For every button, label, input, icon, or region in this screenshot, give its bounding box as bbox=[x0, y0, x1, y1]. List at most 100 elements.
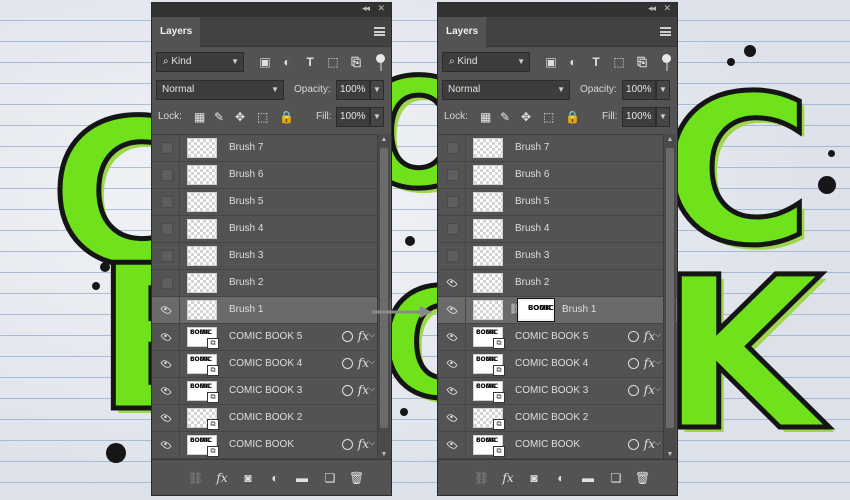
visibility-toggle[interactable] bbox=[152, 297, 180, 323]
chevron-down-icon[interactable]: ⌵ bbox=[655, 357, 661, 367]
layer-row[interactable]: Brush 2 bbox=[438, 270, 677, 297]
visibility-toggle[interactable] bbox=[152, 135, 180, 161]
layer-row[interactable]: Brush 3 bbox=[152, 243, 391, 270]
layer-row[interactable]: COMIC BOOK ⧉ COMIC BOOK 5 fx ⌵ bbox=[438, 324, 677, 351]
new-group-icon[interactable]: ▬ bbox=[295, 472, 309, 484]
image-filter-icon[interactable]: ▣ bbox=[544, 55, 558, 69]
visibility-toggle[interactable] bbox=[152, 189, 180, 215]
layer-row[interactable]: Brush 5 bbox=[152, 189, 391, 216]
layer-row[interactable]: ⧉ COMIC BOOK 2 bbox=[152, 405, 391, 432]
lock-transparent-pixels-icon[interactable]: ▦ bbox=[480, 111, 491, 124]
visibility-toggle[interactable] bbox=[438, 324, 466, 350]
panel-menu-icon[interactable] bbox=[660, 27, 671, 36]
layer-mask-thumbnail[interactable]: COMIC BOOK bbox=[517, 298, 555, 322]
smart-object-filter-icon[interactable]: ⎘ bbox=[349, 55, 363, 69]
visibility-toggle[interactable] bbox=[152, 378, 180, 404]
chevron-down-icon[interactable]: ⌵ bbox=[369, 330, 375, 340]
layer-row[interactable]: COMIC BOOK ⧉ COMIC BOOK fx ⌵ bbox=[438, 432, 677, 459]
lock-transparent-pixels-icon[interactable]: ▦ bbox=[194, 111, 205, 124]
new-layer-icon[interactable]: ❏ bbox=[323, 472, 337, 484]
layer-row-selected[interactable]: ⛓ COMIC BOOK Brush 1 bbox=[438, 297, 677, 324]
layer-list-scrollbar[interactable]: ▲ ▼ bbox=[663, 134, 676, 461]
scroll-up-icon[interactable]: ▲ bbox=[664, 134, 676, 146]
layer-effects-icon[interactable]: fx bbox=[644, 437, 655, 451]
collapse-panel-icon[interactable]: ◂◂ bbox=[362, 3, 370, 14]
visibility-toggle[interactable] bbox=[438, 189, 466, 215]
adjustment-filter-icon[interactable]: ◐ bbox=[280, 55, 294, 69]
lock-image-pixels-icon[interactable]: ✎ bbox=[500, 111, 510, 124]
new-adjustment-layer-icon[interactable]: ◐ bbox=[268, 472, 282, 484]
layer-effects-icon[interactable]: fx bbox=[358, 437, 369, 451]
scrollbar-thumb[interactable] bbox=[380, 148, 388, 428]
lock-image-pixels-icon[interactable]: ✎ bbox=[214, 111, 224, 124]
type-filter-icon[interactable]: T bbox=[303, 55, 317, 69]
filter-toggle-icon[interactable] bbox=[662, 54, 671, 71]
chevron-down-icon[interactable]: ⌵ bbox=[655, 384, 661, 394]
image-filter-icon[interactable]: ▣ bbox=[258, 55, 272, 69]
scrollbar-thumb[interactable] bbox=[666, 148, 674, 428]
visibility-toggle[interactable] bbox=[438, 135, 466, 161]
add-layer-style-icon[interactable]: fx bbox=[215, 472, 229, 484]
layer-row[interactable]: Brush 5 bbox=[438, 189, 677, 216]
chevron-down-icon[interactable]: ⌵ bbox=[369, 384, 375, 394]
blend-mode-dropdown[interactable]: Normal ▼ bbox=[442, 80, 570, 100]
filter-kind-dropdown[interactable]: ⌕ Kind ▼ bbox=[156, 52, 244, 72]
lock-artboard-icon[interactable]: ⬚ bbox=[257, 111, 268, 124]
layer-row[interactable]: Brush 4 bbox=[438, 216, 677, 243]
tab-layers[interactable]: Layers bbox=[438, 17, 486, 47]
layer-list-scrollbar[interactable]: ▲ ▼ bbox=[377, 134, 390, 461]
close-panel-icon[interactable]: ✕ bbox=[663, 3, 671, 14]
shape-filter-icon[interactable]: ⬚ bbox=[612, 55, 626, 69]
add-mask-icon[interactable]: ◙ bbox=[241, 472, 255, 484]
visibility-toggle[interactable] bbox=[152, 162, 180, 188]
opacity-input[interactable]: 100% bbox=[622, 80, 656, 100]
opacity-slider-toggle[interactable]: ▼ bbox=[370, 80, 384, 100]
lock-artboard-icon[interactable]: ⬚ bbox=[543, 111, 554, 124]
tab-layers[interactable]: Layers bbox=[152, 17, 200, 47]
fill-input[interactable]: 100% bbox=[622, 107, 656, 127]
link-layers-icon[interactable]: ⛓ bbox=[188, 472, 203, 484]
layer-row[interactable]: COMIC BOOK ⧉ COMIC BOOK 4 fx ⌵ bbox=[438, 351, 677, 378]
add-layer-style-icon[interactable]: fx bbox=[501, 472, 515, 484]
layer-row[interactable]: Brush 7 bbox=[152, 135, 391, 162]
layer-row[interactable]: COMIC BOOK ⧉ COMIC BOOK 5 fx ⌵ bbox=[152, 324, 391, 351]
lock-all-icon[interactable]: 🔒 bbox=[279, 111, 294, 124]
adjustment-filter-icon[interactable]: ◐ bbox=[566, 55, 580, 69]
visibility-toggle[interactable] bbox=[152, 270, 180, 296]
layer-row[interactable]: Brush 7 bbox=[438, 135, 677, 162]
visibility-toggle[interactable] bbox=[438, 216, 466, 242]
visibility-toggle[interactable] bbox=[152, 324, 180, 350]
scroll-up-icon[interactable]: ▲ bbox=[378, 134, 390, 146]
layer-row-selected[interactable]: Brush 1 bbox=[152, 297, 391, 324]
filter-toggle-icon[interactable] bbox=[376, 54, 385, 71]
visibility-toggle[interactable] bbox=[152, 243, 180, 269]
chevron-down-icon[interactable]: ⌵ bbox=[655, 330, 661, 340]
chevron-down-icon[interactable]: ⌵ bbox=[369, 438, 375, 448]
layer-row[interactable]: COMIC BOOK ⧉ COMIC BOOK 4 fx ⌵ bbox=[152, 351, 391, 378]
new-adjustment-layer-icon[interactable]: ◐ bbox=[554, 472, 568, 484]
layer-row[interactable]: Brush 6 bbox=[152, 162, 391, 189]
layer-row[interactable]: Brush 4 bbox=[152, 216, 391, 243]
blend-mode-dropdown[interactable]: Normal ▼ bbox=[156, 80, 284, 100]
visibility-toggle[interactable] bbox=[438, 162, 466, 188]
layer-effects-icon[interactable]: fx bbox=[644, 356, 655, 370]
visibility-toggle[interactable] bbox=[438, 432, 466, 458]
opacity-input[interactable]: 100% bbox=[336, 80, 370, 100]
chevron-down-icon[interactable]: ⌵ bbox=[369, 357, 375, 367]
visibility-toggle[interactable] bbox=[438, 243, 466, 269]
visibility-toggle[interactable] bbox=[438, 405, 466, 431]
collapse-panel-icon[interactable]: ◂◂ bbox=[648, 3, 656, 14]
layer-row[interactable]: Brush 2 bbox=[152, 270, 391, 297]
layer-row[interactable]: COMIC BOOK ⧉ COMIC BOOK 3 fx ⌵ bbox=[152, 378, 391, 405]
visibility-toggle[interactable] bbox=[152, 216, 180, 242]
visibility-toggle[interactable] bbox=[152, 351, 180, 377]
visibility-toggle[interactable] bbox=[438, 378, 466, 404]
layer-row[interactable]: Brush 6 bbox=[438, 162, 677, 189]
lock-position-icon[interactable]: ✥ bbox=[235, 111, 245, 124]
new-layer-icon[interactable]: ❏ bbox=[609, 472, 623, 484]
delete-layer-icon[interactable]: 🗑 bbox=[635, 472, 650, 484]
new-group-icon[interactable]: ▬ bbox=[581, 472, 595, 484]
layer-effects-icon[interactable]: fx bbox=[358, 329, 369, 343]
lock-all-icon[interactable]: 🔒 bbox=[565, 111, 580, 124]
visibility-toggle[interactable] bbox=[152, 405, 180, 431]
